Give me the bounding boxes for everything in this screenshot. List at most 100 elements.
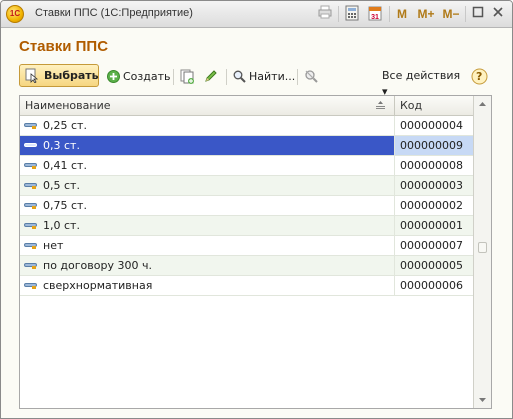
title-bar: 1С Ставки ППС (1С:Предприятие) 31 M M+ M… — [1, 1, 512, 28]
magnifier-icon — [233, 70, 246, 83]
copy-button[interactable] — [180, 68, 196, 86]
column-header-name[interactable]: Наименование — [20, 96, 395, 115]
cell-name-text: 0,3 ст. — [43, 139, 80, 152]
cancel-search-icon — [305, 70, 318, 83]
cell-name-text: 0,25 ст. — [43, 119, 87, 132]
cell-code[interactable]: 000000001 — [395, 216, 475, 235]
cell-code[interactable]: 000000005 — [395, 256, 475, 275]
table-row[interactable]: 0,75 ст. 000000002 — [20, 196, 475, 216]
catalog-item-icon — [24, 263, 37, 269]
app-logo-icon[interactable]: 1С — [6, 5, 24, 23]
cell-name[interactable]: 0,5 ст. — [20, 176, 395, 195]
cell-code[interactable]: 000000009 — [395, 136, 475, 155]
table-row[interactable]: сверхнормативная 000000006 — [20, 276, 475, 296]
scroll-down-button[interactable] — [474, 391, 491, 408]
cell-name[interactable]: 0,3 ст. — [20, 136, 395, 155]
catalog-item-icon — [24, 243, 37, 249]
cell-name-text: 0,41 ст. — [43, 159, 87, 172]
table-header: Наименование Код — [20, 96, 475, 116]
table-row[interactable]: 0,41 ст. 000000008 — [20, 156, 475, 176]
memory-add-button[interactable]: M+ — [415, 5, 437, 23]
select-icon — [25, 68, 39, 83]
memory-button[interactable]: M — [395, 5, 409, 23]
scrollbar-thumb[interactable] — [478, 242, 487, 253]
calendar-icon[interactable]: 31 — [367, 5, 383, 23]
create-button[interactable]: Создать — [107, 68, 171, 86]
table-row[interactable]: 0,5 ст. 000000003 — [20, 176, 475, 196]
toolbar-divider — [226, 69, 227, 85]
cell-name[interactable]: нет — [20, 236, 395, 255]
cell-code-text: 000000007 — [400, 239, 463, 252]
cancel-search-button[interactable] — [304, 68, 320, 86]
table-row[interactable]: 0,3 ст. 000000009 — [20, 136, 475, 156]
cell-code-text: 000000009 — [400, 139, 463, 152]
find-button[interactable]: Найти... — [233, 68, 296, 86]
maximize-icon[interactable] — [470, 5, 486, 23]
select-button[interactable]: Выбрать — [19, 64, 99, 87]
table-row[interactable]: 0,25 ст. 000000004 — [20, 116, 475, 136]
cell-code-text: 000000004 — [400, 119, 463, 132]
cell-name-text: по договору 300 ч. — [43, 259, 152, 272]
cell-name-text: 1,0 ст. — [43, 219, 80, 232]
cell-code-text: 000000006 — [400, 279, 463, 292]
cell-name[interactable]: по договору 300 ч. — [20, 256, 395, 275]
form-toolbar: Выбрать Создать Найти... Все действия ▾ … — [1, 64, 512, 98]
cell-code[interactable]: 000000006 — [395, 276, 475, 295]
titlebar-divider — [389, 6, 390, 22]
cell-code-text: 000000001 — [400, 219, 463, 232]
svg-text:31: 31 — [371, 14, 379, 21]
table-row[interactable]: нет 000000007 — [20, 236, 475, 256]
catalog-item-icon — [24, 183, 37, 189]
page-title: Ставки ППС — [19, 38, 109, 55]
catalog-item-icon — [24, 283, 37, 289]
cell-name-text: 0,5 ст. — [43, 179, 80, 192]
arrow-down-icon — [479, 398, 486, 402]
toolbar-divider — [297, 69, 298, 85]
print-icon[interactable] — [317, 5, 333, 23]
cell-name[interactable]: 0,41 ст. — [20, 156, 395, 175]
titlebar-divider — [338, 6, 339, 22]
add-icon — [107, 70, 120, 83]
cell-code[interactable]: 000000008 — [395, 156, 475, 175]
cell-name-text: сверхнормативная — [43, 279, 153, 292]
all-actions-menu[interactable]: Все действия ▾ — [382, 68, 466, 98]
cell-code-text: 000000002 — [400, 199, 463, 212]
catalog-item-icon — [24, 123, 37, 129]
cell-name[interactable]: 0,75 ст. — [20, 196, 395, 215]
cell-code-text: 000000008 — [400, 159, 463, 172]
cell-code[interactable]: 000000004 — [395, 116, 475, 135]
help-button[interactable]: ? — [471, 68, 489, 86]
cell-name-text: 0,75 ст. — [43, 199, 87, 212]
cell-name[interactable]: 1,0 ст. — [20, 216, 395, 235]
catalog-item-icon — [24, 223, 37, 229]
memory-subtract-button[interactable]: M− — [441, 5, 461, 23]
cell-code[interactable]: 000000007 — [395, 236, 475, 255]
edit-button[interactable] — [204, 68, 220, 86]
form-header: Ставки ППС — [1, 28, 512, 64]
cell-name[interactable]: сверхнормативная — [20, 276, 395, 295]
create-button-label: Создать — [123, 70, 171, 83]
table-row[interactable]: по договору 300 ч. 000000005 — [20, 256, 475, 276]
cell-name[interactable]: 0,25 ст. — [20, 116, 395, 135]
table-body: 0,25 ст. 000000004 0,3 ст. 000000009 0,41 ст… — [20, 116, 475, 296]
cell-code-text: 000000005 — [400, 259, 463, 272]
vertical-scrollbar[interactable] — [473, 96, 491, 408]
titlebar-divider — [465, 6, 466, 22]
toolbar-divider — [173, 69, 174, 85]
calculator-icon[interactable] — [344, 5, 360, 23]
cell-code[interactable]: 000000002 — [395, 196, 475, 215]
find-button-label: Найти... — [249, 70, 296, 83]
catalog-item-icon — [24, 163, 37, 169]
close-icon[interactable] — [490, 5, 506, 23]
cell-name-text: нет — [43, 239, 64, 252]
rates-table[interactable]: Наименование Код 0,25 ст. 000000004 0,3 ст… — [19, 95, 492, 409]
sort-ascending-icon — [376, 101, 385, 109]
cell-code[interactable]: 000000003 — [395, 176, 475, 195]
table-row[interactable]: 1,0 ст. 000000001 — [20, 216, 475, 236]
column-header-code[interactable]: Код — [395, 96, 475, 115]
catalog-item-icon — [24, 203, 37, 209]
pencil-icon — [205, 70, 217, 82]
scroll-up-button[interactable] — [474, 96, 491, 113]
cell-code-text: 000000003 — [400, 179, 463, 192]
select-button-label: Выбрать — [44, 69, 99, 82]
